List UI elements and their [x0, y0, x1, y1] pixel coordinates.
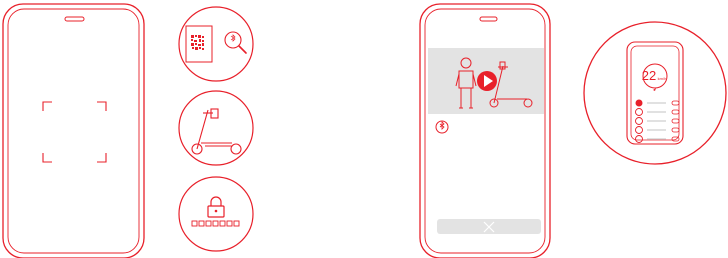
electric-scooter-icon: [191, 108, 242, 155]
qr-scan-frame-icon: [42, 101, 107, 163]
qr-code-magnifier-icon: [185, 25, 247, 63]
play-button-icon[interactable]: [477, 71, 497, 91]
padlock-passcode-icon: [191, 196, 240, 227]
close-button[interactable]: [437, 219, 541, 234]
step-enter-passcode: [178, 176, 254, 252]
speed-value: 22: [642, 68, 656, 83]
phone-scan-screen: [2, 3, 145, 258]
tutorial-video-panel[interactable]: [428, 48, 544, 114]
setting-row[interactable]: [635, 99, 680, 107]
setting-row[interactable]: [635, 135, 680, 143]
phone-pairing-screen: [419, 3, 551, 258]
setting-row[interactable]: [635, 126, 680, 134]
dashboard-bubble: 22 km/h: [583, 21, 727, 165]
setting-row[interactable]: [635, 108, 680, 116]
settings-list: [635, 99, 680, 143]
speed-unit: km/h: [658, 76, 667, 81]
setup-instructions-illustration: 22 km/h: [2, 3, 727, 258]
step-scooter: [178, 90, 254, 166]
step-find-qr-code: [178, 6, 254, 82]
bluetooth-icon: [435, 120, 449, 134]
setting-row[interactable]: [635, 117, 680, 125]
speed-gauge: 22 km/h: [642, 63, 668, 91]
